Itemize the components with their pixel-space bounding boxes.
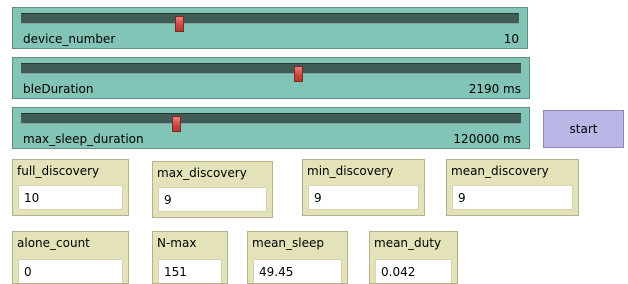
monitor-label: mean_duty — [374, 236, 442, 250]
monitor-min-discovery: min_discovery 9 — [302, 159, 425, 216]
slider-label: device_number — [23, 32, 116, 46]
monitor-value-box: 9 — [308, 185, 419, 210]
start-button-label: start — [569, 122, 598, 136]
slider-device-number[interactable]: device_number 10 — [12, 7, 528, 49]
monitor-full-discovery: full_discovery 10 — [12, 159, 129, 216]
monitor-value-box: 49.45 — [253, 259, 342, 283]
monitor-label: full_discovery — [17, 164, 100, 178]
monitor-max-discovery: max_discovery 9 — [152, 161, 273, 218]
monitor-value-box: 10 — [18, 185, 123, 210]
monitor-value: 0.042 — [381, 265, 416, 279]
slider-value: 2190 ms — [468, 82, 521, 96]
monitor-label: min_discovery — [307, 164, 394, 178]
monitor-value-box: 151 — [158, 259, 222, 283]
monitor-value-box: 0.042 — [375, 259, 452, 283]
monitor-label: max_discovery — [157, 166, 247, 180]
monitor-value: 0 — [24, 265, 32, 279]
monitor-label: N-max — [157, 236, 197, 250]
slider-thumb[interactable] — [175, 16, 185, 32]
slider-track[interactable] — [21, 113, 521, 132]
monitor-value: 9 — [164, 193, 172, 207]
monitor-value: 10 — [24, 191, 40, 205]
monitor-mean-sleep: mean_sleep 49.45 — [247, 231, 348, 284]
monitor-label: alone_count — [17, 236, 90, 250]
monitor-value: 9 — [314, 191, 322, 205]
slider-thumb[interactable] — [172, 116, 181, 132]
slider-value: 120000 ms — [453, 132, 521, 146]
slider-label: max_sleep_duration — [23, 132, 144, 146]
monitor-mean-discovery: mean_discovery 9 — [446, 159, 579, 216]
slider-value: 10 — [503, 32, 519, 46]
slider-max-sleep-duration[interactable]: max_sleep_duration 120000 ms — [12, 107, 530, 149]
monitor-value-box: 0 — [18, 259, 123, 283]
slider-label: bleDuration — [23, 82, 94, 96]
slider-thumb[interactable] — [293, 66, 303, 82]
slider-ble-duration[interactable]: bleDuration 2190 ms — [12, 57, 530, 99]
monitor-value: 151 — [164, 265, 187, 279]
monitor-n-max: N-max 151 — [152, 231, 228, 284]
monitor-value: 49.45 — [259, 265, 294, 279]
monitor-label: mean_sleep — [252, 236, 324, 250]
monitor-mean-duty: mean_duty 0.042 — [369, 231, 458, 284]
monitor-value-box: 9 — [158, 187, 267, 212]
slider-track[interactable] — [21, 63, 521, 82]
start-button[interactable]: start — [543, 110, 624, 148]
monitor-alone-count: alone_count 0 — [12, 231, 129, 284]
slider-track[interactable] — [21, 13, 519, 32]
monitor-value: 9 — [458, 191, 466, 205]
monitor-value-box: 9 — [452, 185, 573, 210]
monitor-label: mean_discovery — [451, 164, 549, 178]
